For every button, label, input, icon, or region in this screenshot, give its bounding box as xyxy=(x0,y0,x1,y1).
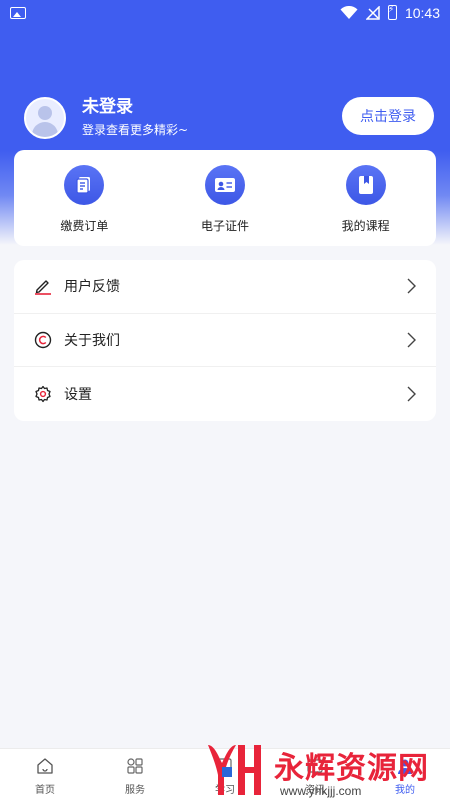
course-book-icon xyxy=(345,165,386,205)
gear-icon xyxy=(34,385,52,403)
order-icon xyxy=(64,165,105,205)
home-icon xyxy=(37,758,53,774)
chevron-right-icon xyxy=(407,386,416,402)
quick-action-label: 电子证件 xyxy=(201,219,250,233)
watermark-text: 永辉资源网 xyxy=(274,751,429,786)
nav-label: 服务 xyxy=(125,785,145,796)
quick-action-label: 缴费订单 xyxy=(60,219,109,233)
quick-action-courses[interactable]: 我的课程 xyxy=(295,150,436,246)
quick-actions-card: 缴费订单 电子证件 我的课程 xyxy=(14,150,436,246)
quick-action-orders[interactable]: 缴费订单 xyxy=(14,150,155,246)
watermark-url: www.yhkjjj.com xyxy=(280,784,362,798)
chevron-right-icon xyxy=(407,332,416,348)
menu-list: 用户反馈 关于我们 设置 xyxy=(14,260,436,421)
menu-item-settings[interactable]: 设置 xyxy=(14,367,436,421)
copyright-icon xyxy=(34,331,52,349)
status-bar: 10:43 xyxy=(0,0,450,25)
login-button[interactable]: 点击登录 xyxy=(342,97,434,135)
menu-item-about[interactable]: 关于我们 xyxy=(14,314,436,367)
menu-item-feedback[interactable]: 用户反馈 xyxy=(14,260,436,314)
menu-item-label: 用户反馈 xyxy=(64,279,120,296)
watermark: 永辉资源网 www.yhkjjj.com xyxy=(204,738,450,800)
menu-item-label: 设置 xyxy=(64,386,92,403)
nav-services[interactable]: 服务 xyxy=(90,749,180,800)
status-time: 10:43 xyxy=(404,4,440,21)
nav-label: 首页 xyxy=(35,785,55,796)
no-signal-icon xyxy=(365,5,380,20)
gallery-notification-icon xyxy=(10,6,26,19)
menu-item-label: 关于我们 xyxy=(64,332,120,349)
profile-name: 未登录 xyxy=(82,97,133,117)
battery-charging-icon xyxy=(387,5,397,20)
quick-action-label: 我的课程 xyxy=(341,219,390,233)
grid-icon xyxy=(127,758,143,774)
profile-subtitle: 登录查看更多精彩~ xyxy=(82,123,189,137)
id-card-icon xyxy=(205,165,245,205)
pencil-icon xyxy=(34,277,52,296)
wifi-icon xyxy=(340,5,358,19)
quick-action-id[interactable]: 电子证件 xyxy=(155,150,296,246)
nav-home[interactable]: 首页 xyxy=(0,749,90,800)
watermark-logo-icon xyxy=(208,745,261,795)
profile-section[interactable]: 未登录 登录查看更多精彩~ xyxy=(24,96,188,139)
avatar[interactable] xyxy=(24,96,66,139)
chevron-right-icon xyxy=(407,278,416,294)
